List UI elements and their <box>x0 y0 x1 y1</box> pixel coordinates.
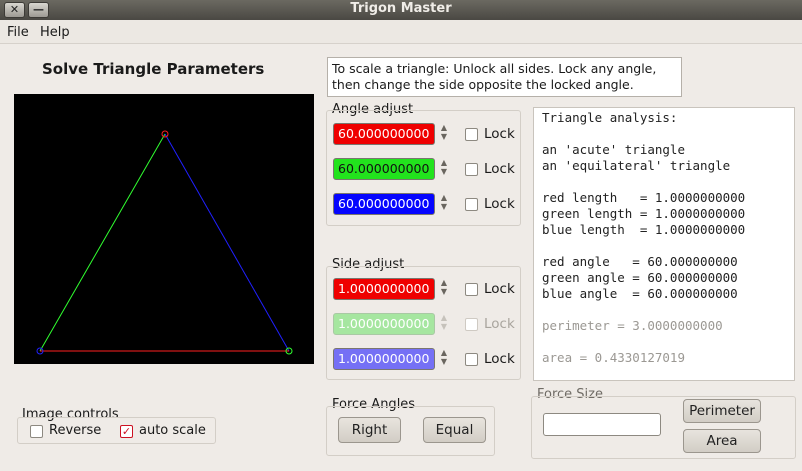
reverse-label: Reverse <box>49 423 102 438</box>
red-side-spin[interactable]: 1.0000000000 <box>333 278 435 300</box>
solve-title: Solve Triangle Parameters <box>42 60 265 78</box>
analysis-line: blue angle = 60.000000000 <box>542 286 738 301</box>
green-side-lock-checkbox <box>465 318 478 331</box>
green-side-lock-label: Lock <box>484 316 515 332</box>
triangle-canvas[interactable] <box>14 94 314 364</box>
blue-angle-lock-label: Lock <box>484 196 515 212</box>
green-side <box>39 133 166 352</box>
blue-angle-spin[interactable]: 60.000000000 <box>333 193 435 215</box>
analysis-line: blue length = 1.0000000000 <box>542 222 746 237</box>
analysis-line <box>542 302 786 318</box>
blue-side-lock-checkbox[interactable] <box>465 353 478 366</box>
analysis-line <box>542 334 786 350</box>
red-angle-spin[interactable]: 60.000000000 <box>333 123 435 145</box>
analysis-line <box>542 238 786 254</box>
blue-side-spin[interactable]: 1.0000000000 <box>333 348 435 370</box>
analysis-line: perimeter = 3.0000000000 <box>542 318 723 333</box>
triangle-analysis-panel[interactable]: Triangle analysis: an 'acute' triangle a… <box>533 107 795 381</box>
analysis-line: green length = 1.0000000000 <box>542 206 746 221</box>
analysis-line: area = 0.4330127019 <box>542 350 685 365</box>
red-side-arrows[interactable]: ▲ ▼ <box>439 278 449 300</box>
perimeter-button[interactable]: Perimeter <box>683 399 761 423</box>
analysis-line: green angle = 60.000000000 <box>542 270 738 285</box>
right-button[interactable]: Right <box>338 417 401 443</box>
green-side-arrows: ▲ ▼ <box>440 313 448 331</box>
blue-side-arrows[interactable]: ▲ ▼ <box>439 348 449 370</box>
analysis-line: an 'acute' triangle <box>542 142 685 157</box>
blue-angle-lock-checkbox[interactable] <box>465 198 478 211</box>
analysis-line: red length = 1.0000000000 <box>542 190 746 205</box>
auto-scale-label: auto scale <box>139 423 206 438</box>
reverse-checkbox[interactable] <box>30 425 43 438</box>
green-angle-lock-checkbox[interactable] <box>465 163 478 176</box>
green-angle-lock-label: Lock <box>484 161 515 177</box>
blue-side <box>164 133 290 352</box>
analysis-line <box>542 126 786 142</box>
auto-scale-checkbox[interactable]: ✓ <box>120 425 133 438</box>
menu-bar: File Help <box>0 20 802 44</box>
green-angle-spin[interactable]: 60.000000000 <box>333 158 435 180</box>
force-size-input[interactable] <box>543 413 661 436</box>
menu-file[interactable]: File <box>7 25 29 40</box>
red-angle-lock-label: Lock <box>484 126 515 142</box>
title-bar: ✕ — Trigon Master <box>0 0 802 20</box>
red-side-lock-checkbox[interactable] <box>465 283 478 296</box>
analysis-line <box>542 174 786 190</box>
analysis-line: red angle = 60.000000000 <box>542 254 738 269</box>
blue-angle-arrows[interactable]: ▲ ▼ <box>439 193 449 215</box>
window-title: Trigon Master <box>350 1 452 16</box>
equal-button[interactable]: Equal <box>423 417 486 443</box>
analysis-line: Triangle analysis: <box>542 110 678 125</box>
green-angle-arrows[interactable]: ▲ ▼ <box>439 158 449 180</box>
area-button[interactable]: Area <box>683 429 761 453</box>
red-angle-arrows[interactable]: ▲ ▼ <box>439 123 449 145</box>
blue-side-lock-label: Lock <box>484 351 515 367</box>
red-side-lock-label: Lock <box>484 281 515 297</box>
menu-help[interactable]: Help <box>40 25 70 40</box>
analysis-line: an 'equilateral' triangle <box>542 158 731 173</box>
red-angle-lock-checkbox[interactable] <box>465 128 478 141</box>
scale-instructions: To scale a triangle: Unlock all sides. L… <box>327 57 682 97</box>
green-side-spin: 1.0000000000 <box>333 313 435 335</box>
